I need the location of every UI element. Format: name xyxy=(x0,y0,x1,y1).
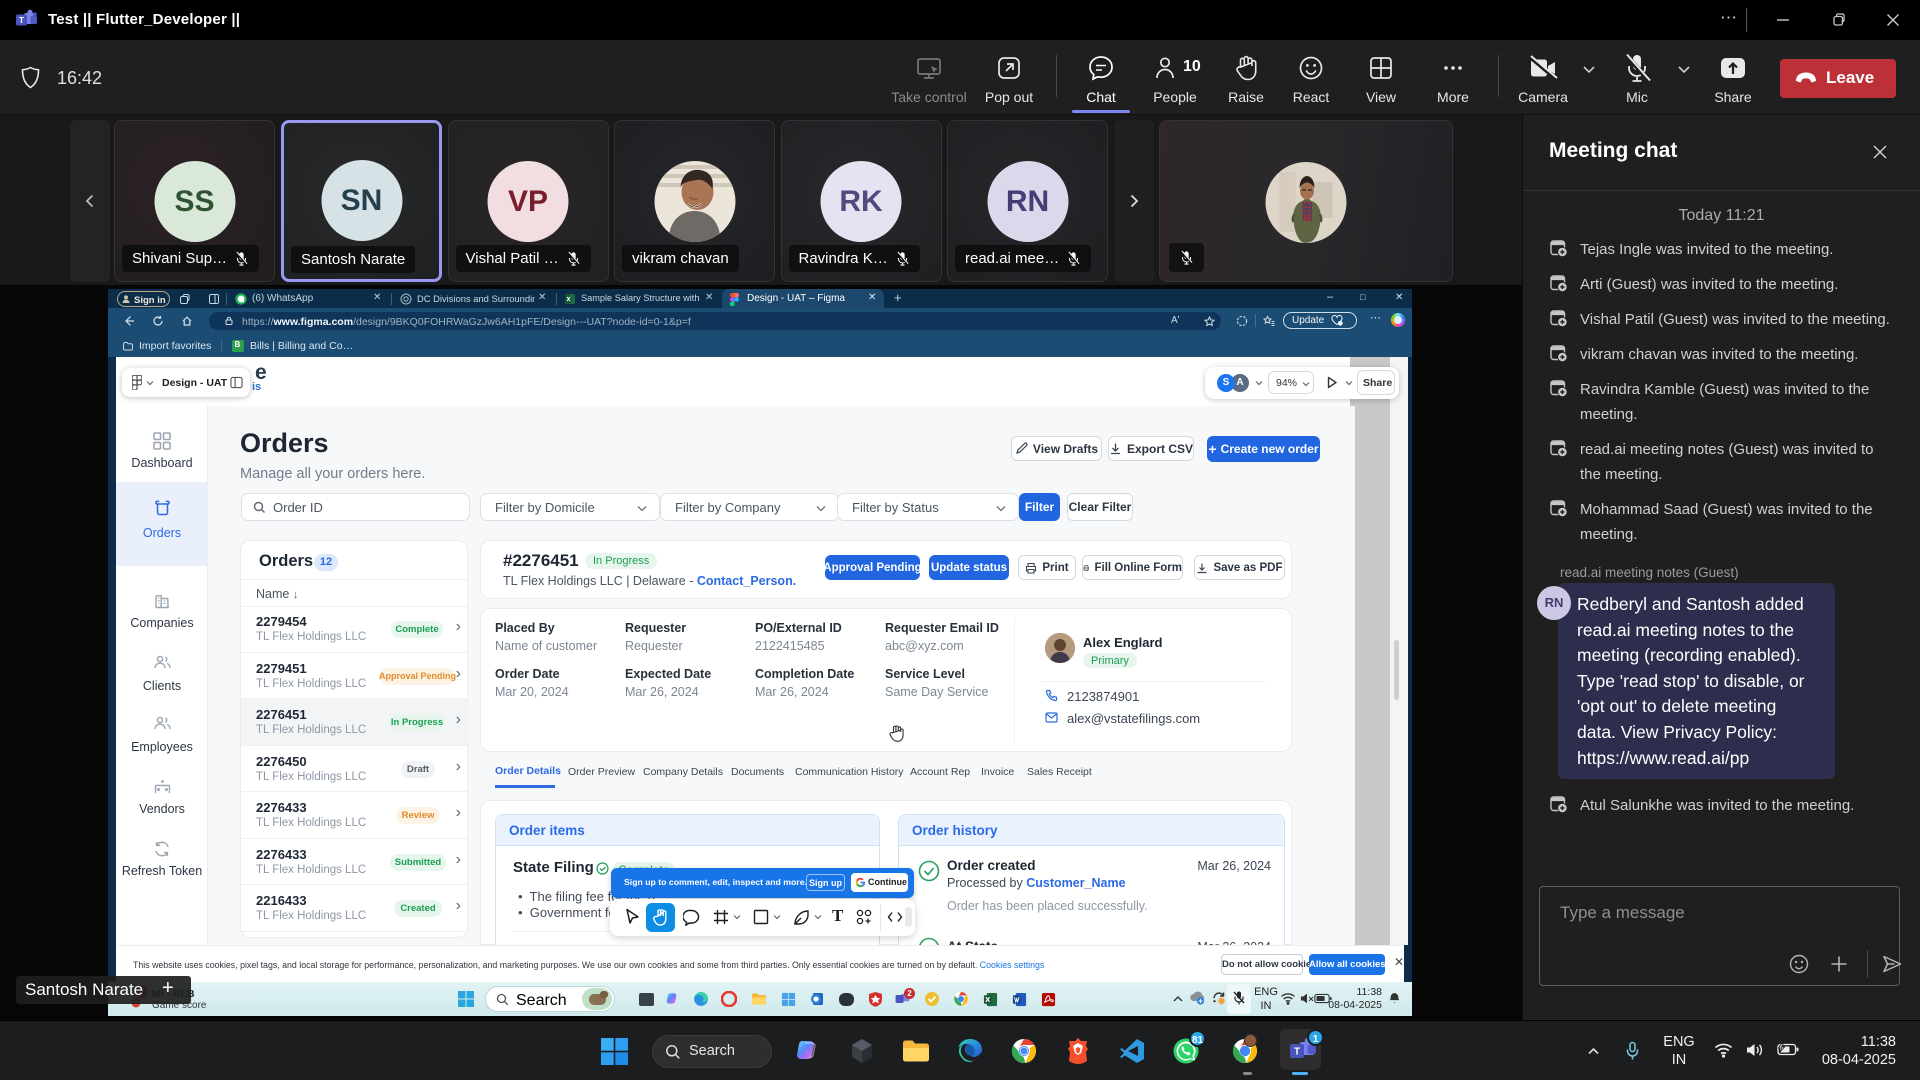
svg-text:T: T xyxy=(1294,1047,1300,1058)
svg-text:T: T xyxy=(19,15,25,25)
